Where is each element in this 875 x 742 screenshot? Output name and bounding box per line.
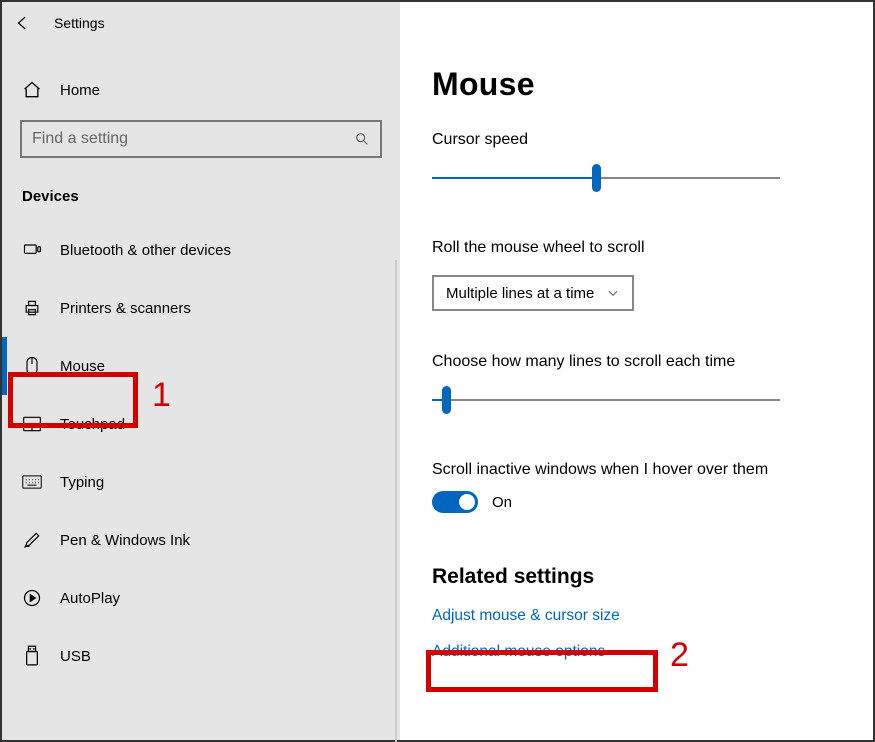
nav-home[interactable]: Home — [2, 70, 400, 110]
search-icon — [354, 131, 370, 147]
usb-icon — [22, 646, 42, 666]
sidebar-item-usb[interactable]: USB — [2, 627, 400, 685]
lines-label: Choose how many lines to scroll each tim… — [432, 353, 825, 371]
cursor-speed-slider[interactable] — [432, 167, 780, 195]
sidebar-item-label: USB — [60, 648, 91, 665]
sidebar-item-touchpad[interactable]: Touchpad — [2, 395, 400, 453]
cursor-speed-label: Cursor speed — [432, 131, 825, 149]
sidebar-item-bluetooth[interactable]: Bluetooth & other devices — [2, 221, 400, 279]
hover-label: Scroll inactive windows when I hover ove… — [432, 461, 825, 479]
slider-track — [432, 399, 780, 401]
content: Mouse Cursor speed Roll the mouse wheel … — [400, 2, 873, 740]
scroll-mode-dropdown[interactable]: Multiple lines at a time — [432, 275, 634, 311]
search-wrap — [2, 110, 400, 164]
hover-toggle-row: On — [432, 491, 825, 513]
dropdown-value: Multiple lines at a time — [446, 285, 594, 302]
autoplay-icon — [22, 588, 42, 608]
search-input[interactable] — [32, 130, 354, 148]
printer-icon — [22, 298, 42, 318]
sidebar-header: Settings — [2, 2, 400, 42]
related-title: Related settings — [432, 565, 825, 589]
link-adjust-cursor-size[interactable]: Adjust mouse & cursor size — [432, 607, 825, 625]
sidebar-item-label: Mouse — [60, 358, 105, 375]
mouse-icon — [22, 356, 42, 376]
slider-thumb[interactable] — [592, 164, 601, 192]
active-indicator — [2, 337, 7, 395]
page-title: Mouse — [432, 66, 825, 103]
link-additional-mouse-options[interactable]: Additional mouse options — [432, 643, 825, 661]
sidebar-item-typing[interactable]: Typing — [2, 453, 400, 511]
bluetooth-icon — [22, 240, 42, 260]
app-title: Settings — [54, 15, 105, 31]
nav-list: Bluetooth & other devices Printers & sca… — [2, 221, 400, 685]
sidebar-item-autoplay[interactable]: AutoPlay — [2, 569, 400, 627]
back-button[interactable] — [14, 14, 32, 32]
nav-home-label: Home — [60, 82, 100, 99]
sidebar: Settings Home Devices — [2, 2, 400, 740]
sidebar-item-label: Typing — [60, 474, 104, 491]
sidebar-item-printers[interactable]: Printers & scanners — [2, 279, 400, 337]
sidebar-item-label: Bluetooth & other devices — [60, 242, 231, 259]
sidebar-item-label: Printers & scanners — [60, 300, 191, 317]
home-icon — [22, 80, 42, 100]
toggle-knob — [459, 494, 475, 510]
pen-icon — [22, 530, 42, 550]
lines-slider[interactable] — [432, 389, 780, 417]
slider-fill — [432, 177, 596, 179]
slider-thumb[interactable] — [442, 386, 451, 414]
sidebar-item-label: AutoPlay — [60, 590, 120, 607]
section-title-devices: Devices — [2, 164, 400, 221]
sidebar-item-mouse[interactable]: Mouse — [2, 337, 400, 395]
sidebar-item-label: Pen & Windows Ink — [60, 532, 190, 549]
keyboard-icon — [22, 472, 42, 492]
touchpad-icon — [22, 414, 42, 434]
search-box[interactable] — [20, 120, 382, 158]
sidebar-item-pen[interactable]: Pen & Windows Ink — [2, 511, 400, 569]
sidebar-item-label: Touchpad — [60, 416, 125, 433]
divider — [395, 260, 397, 742]
hover-toggle[interactable] — [432, 491, 478, 513]
chevron-down-icon — [606, 286, 620, 300]
scroll-mode-label: Roll the mouse wheel to scroll — [432, 239, 825, 257]
settings-window: Settings Home Devices — [0, 0, 875, 742]
toggle-state: On — [492, 494, 512, 511]
